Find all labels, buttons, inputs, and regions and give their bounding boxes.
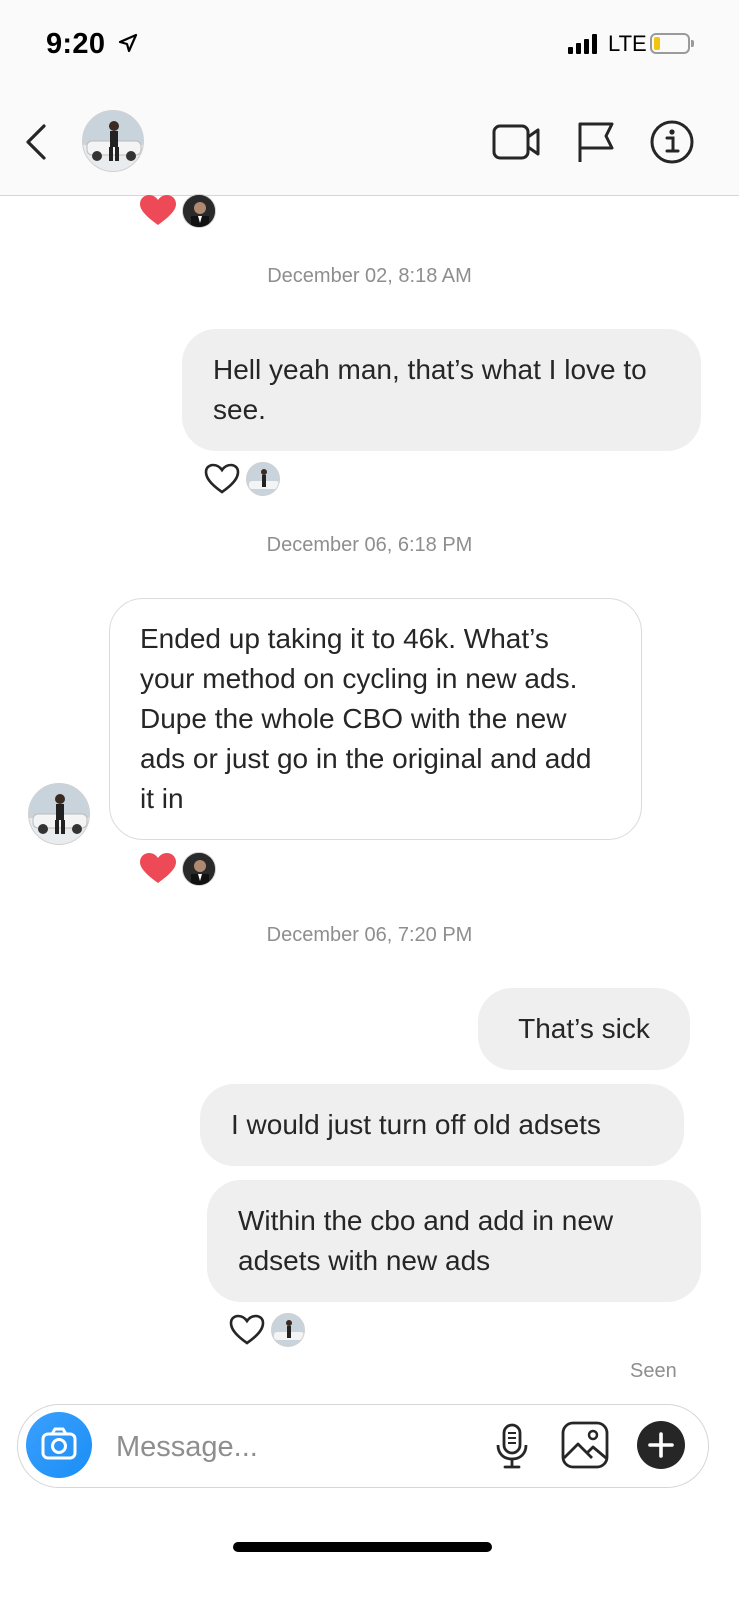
- camera-button[interactable]: [26, 1412, 92, 1478]
- camera-icon: [41, 1427, 77, 1460]
- message-reactions: [140, 193, 216, 229]
- message-input[interactable]: [116, 1427, 476, 1467]
- home-indicator[interactable]: [233, 1542, 492, 1552]
- message-bubble-outgoing[interactable]: I would just turn off old adsets: [200, 1084, 684, 1166]
- network-type: LTE: [608, 31, 647, 56]
- microphone-icon[interactable]: [492, 1421, 532, 1471]
- message-bubble-outgoing[interactable]: Within the cbo and add in new adsets wit…: [207, 1180, 701, 1302]
- flag-icon[interactable]: [570, 118, 622, 166]
- contact-avatar[interactable]: [82, 110, 144, 172]
- message-timestamp: December 02, 8:18 AM: [267, 265, 472, 287]
- heart-filled-icon[interactable]: [140, 853, 176, 885]
- plus-icon[interactable]: [636, 1420, 686, 1470]
- seen-indicator: Seen: [630, 1360, 677, 1382]
- message-timestamp: December 06, 6:18 PM: [266, 534, 473, 556]
- info-icon[interactable]: [646, 118, 698, 166]
- status-bar: 9:20 LTE: [0, 0, 739, 96]
- video-call-icon[interactable]: [490, 118, 542, 166]
- message-bubble-outgoing[interactable]: That’s sick: [478, 988, 690, 1070]
- reactor-avatar: [182, 194, 216, 228]
- message-timestamp: December 06, 7:20 PM: [266, 924, 473, 946]
- signal-strength-icon: [568, 34, 597, 54]
- status-time: 9:20: [46, 28, 106, 60]
- message-composer: [17, 1404, 709, 1488]
- sender-avatar[interactable]: [28, 783, 90, 845]
- message-reactions: [140, 851, 216, 887]
- message-reactions: [229, 1312, 305, 1348]
- gallery-icon[interactable]: [560, 1420, 610, 1470]
- message-bubble-outgoing[interactable]: Hell yeah man, that’s what I love to see…: [182, 329, 701, 451]
- message-reactions: [204, 461, 280, 497]
- message-bubble-incoming[interactable]: Ended up taking it to 46k. What’s your m…: [109, 598, 642, 840]
- reactor-avatar: [182, 852, 216, 886]
- reactor-avatar: [246, 462, 280, 496]
- heart-filled-icon[interactable]: [140, 195, 176, 227]
- heart-outline-icon[interactable]: [229, 1314, 265, 1346]
- location-arrow-icon: [118, 33, 138, 53]
- heart-outline-icon[interactable]: [204, 463, 240, 495]
- battery-icon: [650, 33, 694, 54]
- back-chevron-icon[interactable]: [20, 120, 54, 164]
- reactor-avatar: [271, 1313, 305, 1347]
- chat-header: [0, 96, 739, 196]
